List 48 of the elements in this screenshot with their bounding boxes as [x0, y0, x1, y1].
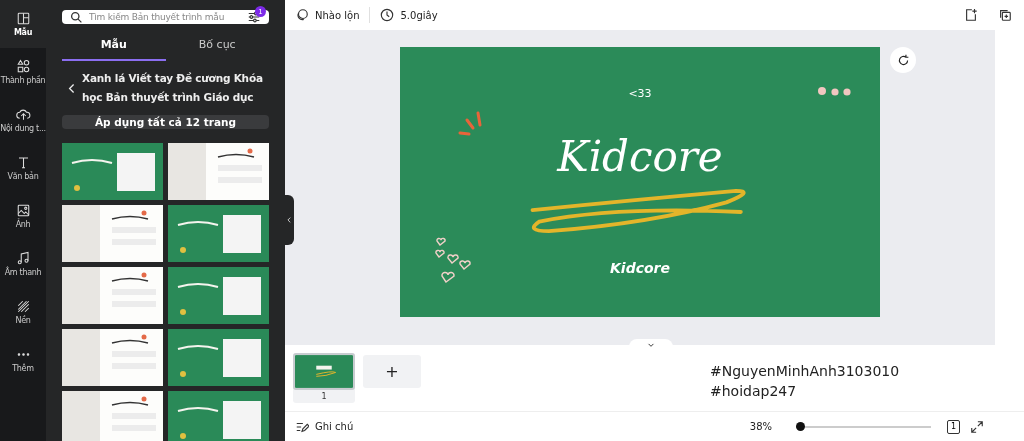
slide-subtitle: Kidcore — [609, 260, 671, 276]
search-icon — [70, 10, 83, 24]
duplicate-icon[interactable] — [998, 8, 1012, 22]
sidebar-item[interactable]: Ảnh — [0, 192, 46, 240]
collapse-handle[interactable] — [285, 195, 294, 245]
page-count-button[interactable]: 1 — [947, 419, 960, 434]
zoom-level: 38% — [749, 421, 772, 432]
dots-drawing — [817, 87, 853, 97]
sidebar-item[interactable]: Văn bản — [0, 144, 46, 192]
sidebar-item[interactable]: Nền — [0, 288, 46, 336]
refresh-button[interactable] — [890, 47, 916, 73]
tab[interactable]: Mẫu — [62, 32, 166, 61]
sidebar-item[interactable]: Âm thanh — [0, 240, 46, 288]
page-thumbnail[interactable] — [293, 353, 355, 390]
cloud-upload-icon — [15, 107, 31, 122]
apply-all-button[interactable]: Áp dụng tất cả 12 trang — [62, 115, 269, 129]
shapes-icon — [15, 59, 31, 74]
page-number: 1 — [321, 391, 327, 403]
back-icon[interactable] — [68, 81, 76, 95]
hashtag-text: #hoidap247 — [710, 382, 798, 401]
zoom-slider[interactable] — [796, 425, 931, 428]
music-icon — [15, 251, 31, 266]
sidebar-item[interactable]: Nội dung t... — [0, 96, 46, 144]
sidebar-item[interactable]: Thêm — [0, 336, 46, 384]
slide-title: Kidcore — [555, 132, 724, 181]
tab[interactable]: Bố cục — [165, 32, 269, 61]
animate-button[interactable]: Nhào lộn — [295, 6, 360, 24]
stripes-icon — [15, 299, 31, 314]
slide-background[interactable]: <33 Kidcore Kidcore — [400, 47, 880, 317]
sidebar-item[interactable]: Mẫu — [0, 0, 46, 48]
fullscreen-icon[interactable] — [970, 419, 984, 434]
image-icon — [15, 203, 31, 218]
add-page-button[interactable]: + — [363, 355, 421, 388]
sidebar-item[interactable]: Thành phần — [0, 48, 46, 96]
duration-button[interactable]: 5.0giây — [380, 6, 438, 24]
layout-icon — [15, 11, 31, 26]
collection-title: Xanh lá Viết tay Đề cương Khóa học Bản thuyết trình Giáo dục — [82, 71, 264, 105]
notes-button[interactable]: Ghi chú — [295, 417, 354, 436]
clock-icon — [380, 8, 395, 22]
circles-icon — [295, 8, 309, 22]
slide-caption: <33 — [627, 87, 653, 100]
hashtag-text: #NguyenMinhAnh3103010 — [710, 362, 900, 381]
chevron-icon — [287, 216, 292, 224]
chevron-icon — [647, 342, 655, 348]
refresh-icon — [896, 53, 910, 67]
filter-icon[interactable] — [247, 10, 261, 24]
slider-thumb[interactable] — [796, 421, 805, 431]
add-page-icon[interactable] — [964, 8, 978, 22]
